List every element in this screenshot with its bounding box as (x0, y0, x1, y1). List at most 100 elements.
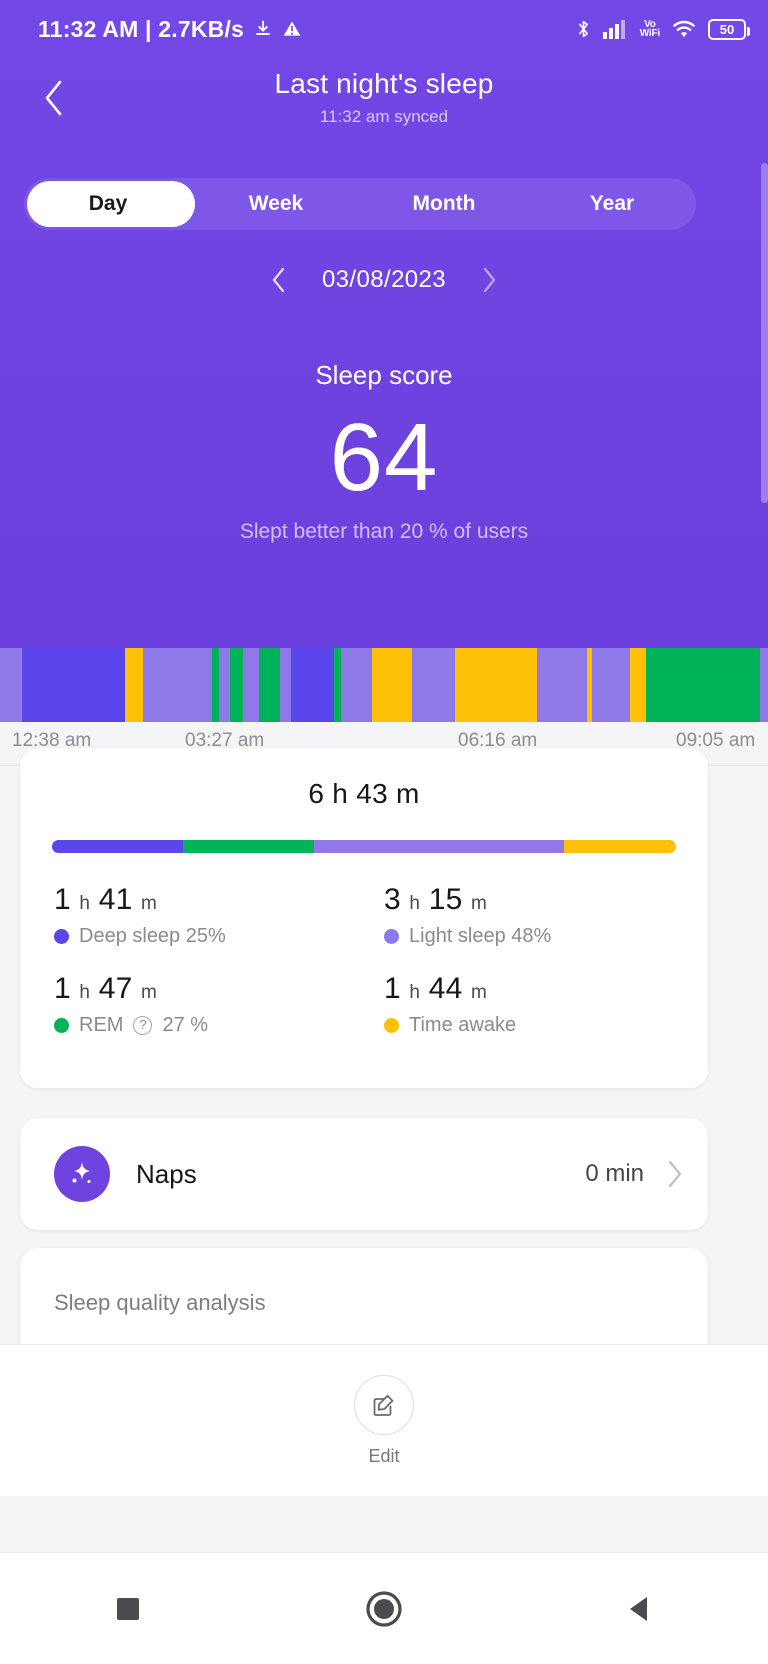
sleep-stat-name: Time awake (409, 1014, 517, 1036)
sleep-stage-segment (0, 648, 22, 722)
sleep-stat-label: REM? 27 % (54, 1014, 364, 1037)
sleep-summary-card: 6 h 43 m 1 h 41 m Deep sleep 25% 3 h 15 m L… (20, 748, 708, 1088)
sleep-stage-segment (645, 648, 760, 722)
sleep-stat-item: 1 h 44 m Time awake (364, 972, 708, 1037)
summary-stage-segment (52, 840, 184, 853)
status-bar-right: Vo WiFi 50 (575, 18, 750, 40)
page-title: Last night's sleep (274, 68, 494, 99)
sleep-quality-title: Sleep quality analysis (54, 1290, 266, 1315)
status-bar: 11:32 AM | 2.7KB/s Vo WiFi 50 (0, 0, 768, 58)
total-sleep-duration: 6 h 43 m (308, 778, 420, 809)
summary-stage-segment (563, 840, 676, 853)
back-button-nav[interactable] (592, 1561, 688, 1657)
sleep-stage-segment (591, 648, 630, 722)
battery-level-label: 50 (719, 21, 735, 37)
sleep-stage-segment (125, 648, 143, 722)
sleep-stage-segment (230, 648, 243, 722)
edit-toolbar: Edit (0, 1344, 768, 1496)
title-block: Last night's sleep 11:32 am synced (0, 68, 768, 127)
legend-dot (54, 929, 69, 944)
sleep-stage-segment (629, 648, 646, 722)
sleep-stat-item: 1 h 41 m Deep sleep 25% (20, 883, 364, 948)
naps-card[interactable]: Naps 0 min (20, 1118, 708, 1230)
title-bar: Last night's sleep 11:32 am synced (0, 58, 768, 150)
sleep-stat-duration: 1 h 47 m (54, 972, 158, 1005)
status-bar-left: 11:32 AM | 2.7KB/s (38, 16, 302, 43)
triangle-back-icon (630, 1596, 647, 1621)
sleep-stage-segment (372, 648, 412, 722)
vowifi-indicator: Vo WiFi (639, 19, 660, 39)
sleep-stat-duration: 1 h 44 m (384, 972, 488, 1005)
sleep-stage-segment (291, 648, 334, 722)
sleep-stage-segment (280, 648, 291, 722)
sleep-stat-name: Light sleep 48% (409, 925, 552, 947)
summary-stage-segment (183, 840, 315, 853)
sleep-stage-segment (341, 648, 372, 722)
sleep-stat-name: REM (79, 1014, 124, 1036)
next-day-button[interactable] (472, 263, 506, 297)
sleep-score-comparison: Slept better than 20 % of users (239, 520, 529, 543)
period-tabs[interactable]: Day Week Month Year (24, 178, 696, 230)
sleep-score-value: 64 (329, 404, 439, 511)
app-screen: 11:32 AM | 2.7KB/s Vo WiFi 50 Last night… (0, 0, 768, 1664)
sleep-stat-item: 3 h 15 m Light sleep 48% (364, 883, 708, 948)
summary-stage-segment (314, 840, 564, 853)
question-mark-icon[interactable]: ? (133, 1016, 153, 1035)
tab-day[interactable]: Day (24, 178, 192, 230)
bluetooth-icon (578, 20, 588, 38)
tab-week[interactable]: Week (192, 178, 360, 230)
sleep-stage-segment (22, 648, 125, 722)
battery-indicator: 50 (708, 18, 750, 40)
sleep-stat-label: Time awake (384, 1014, 708, 1037)
sleep-stage-segment (259, 648, 280, 722)
warning-triangle-icon (283, 21, 301, 36)
sleep-score-title: Sleep score (315, 360, 453, 390)
naps-label: Naps (136, 1158, 197, 1189)
sparkle-glyph (72, 1162, 91, 1183)
vowifi-bottom-label: WiFi (639, 28, 660, 39)
naps-value: 0 min (585, 1160, 644, 1187)
sleep-stage-segment (455, 648, 537, 722)
edit-label: Edit (368, 1445, 400, 1466)
legend-dot (384, 1018, 399, 1033)
chevron-right-icon (668, 1160, 682, 1188)
tab-year[interactable]: Year (528, 178, 696, 230)
home-button[interactable] (336, 1561, 432, 1657)
sleep-stage-segment (759, 648, 768, 722)
wifi-icon (673, 20, 695, 37)
download-icon (256, 20, 270, 35)
recents-button[interactable] (80, 1561, 176, 1657)
edit-button[interactable] (354, 1374, 414, 1435)
hero-header: 11:32 AM | 2.7KB/s Vo WiFi 50 Last night… (0, 0, 768, 648)
previous-day-button[interactable] (262, 263, 296, 297)
sleep-stage-segment (243, 648, 259, 722)
sleep-stage-segment (412, 648, 455, 722)
legend-dot (384, 929, 399, 944)
sleep-stage-segment (212, 648, 219, 722)
sleep-stat-duration: 3 h 15 m (384, 883, 488, 916)
sleep-stat-name: Deep sleep 25% (79, 925, 226, 947)
sleep-stage-segment (219, 648, 230, 722)
sleep-stat-label: Light sleep 48% (384, 925, 708, 948)
chevron-left-icon (272, 267, 285, 293)
edit-pencil-icon (373, 1394, 394, 1416)
sleep-stage-chart[interactable] (0, 648, 768, 722)
date-navigator: 03/08/2023 (0, 258, 768, 302)
cellular-signal-icon (602, 20, 625, 39)
sleep-stat-label: Deep sleep 25% (54, 925, 364, 948)
square-recents-icon (117, 1597, 139, 1620)
sleep-stage-stacked-bar (52, 840, 676, 853)
legend-dot (54, 1018, 69, 1033)
android-navigation-bar (0, 1552, 768, 1664)
sparkle-icon (54, 1146, 110, 1202)
current-date-label: 03/08/2023 (321, 266, 447, 293)
sleep-stage-stats: 1 h 41 m Deep sleep 25% 3 h 15 m Light slee… (20, 883, 708, 1061)
sleep-stat-item: 1 h 47 m REM? 27 % (20, 972, 364, 1037)
circle-home-icon (366, 1590, 402, 1627)
sleep-stat-percent: 27 % (162, 1014, 209, 1036)
sleep-stage-segment (334, 648, 341, 722)
status-clock: 11:32 AM | 2.7KB/s (38, 15, 245, 42)
sleep-stage-segment (537, 648, 587, 722)
tab-month[interactable]: Month (360, 178, 528, 230)
sync-status: 11:32 am synced (319, 107, 449, 126)
